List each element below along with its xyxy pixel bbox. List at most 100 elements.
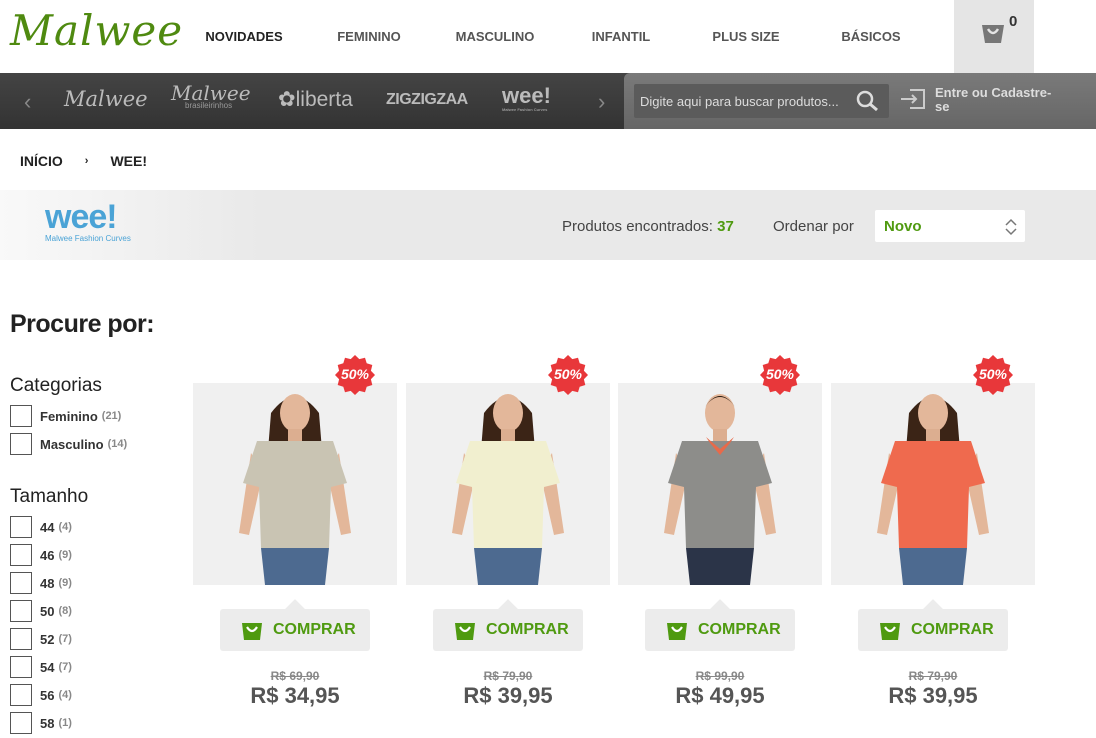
filter-size-52[interactable]: 52 (7) (10, 628, 72, 650)
filter-count: (8) (58, 605, 72, 617)
filter-size-44[interactable]: 44 (4) (10, 516, 72, 538)
brand-name: wee! (502, 83, 551, 108)
filter-category-masculino[interactable]: Masculino (14) (10, 433, 127, 455)
price: R$ 39,95 (888, 683, 978, 708)
filter-label: 56 (40, 687, 55, 703)
search-icon[interactable] (856, 90, 880, 112)
filter-label: 58 (40, 715, 55, 731)
checkbox[interactable] (10, 516, 32, 538)
wee-logo-tagline: Malwee Fashion Curves (45, 234, 131, 243)
nav-basicos[interactable]: BÁSICOS (812, 0, 930, 73)
checkbox[interactable] (10, 712, 32, 734)
cart-count: 0 (1009, 13, 1018, 30)
filter-size-56[interactable]: 56 (4) (10, 684, 72, 706)
breadcrumb: INÍCIO › WEE! (20, 153, 147, 169)
checkbox[interactable] (10, 405, 32, 427)
brand-malwee-brasileirinhos[interactable]: Malwee brasileirinhos (171, 81, 251, 110)
checkbox[interactable] (10, 656, 32, 678)
malwee-logo[interactable]: Malwee (10, 6, 183, 55)
discount-badge: 50% (760, 355, 800, 395)
filter-size-58[interactable]: 58 (1) (10, 712, 72, 734)
brand-wee[interactable]: wee! Malwee Fashion Curves (502, 83, 551, 112)
brand-zigzigzaa[interactable]: ZIGZIGZAA (386, 91, 468, 109)
filter-size-46[interactable]: 46 (9) (10, 544, 72, 566)
brand-prev-arrow[interactable]: ‹ (24, 89, 31, 115)
brand-bar: ‹ Malwee Malwee brasileirinhos ✿liberta Z… (0, 73, 1096, 129)
brand-liberta[interactable]: ✿liberta (278, 87, 353, 112)
filter-count: (4) (58, 689, 72, 701)
nav-plus-size[interactable]: PLUS SIZE (680, 0, 812, 73)
sizes-title: Tamanho (10, 486, 89, 507)
filters-title: Procure por: (10, 310, 155, 338)
login-label: Entre ou Cadastre-se (935, 85, 1052, 114)
discount-badge: 50% (548, 355, 588, 395)
product-photo[interactable] (406, 383, 610, 585)
brand-next-arrow[interactable]: › (598, 89, 605, 115)
wee-brand-logo: wee! Malwee Fashion Curves (45, 200, 131, 243)
nav-novidades[interactable]: NOVIDADES (178, 0, 310, 73)
buy-label: COMPRAR (698, 621, 781, 638)
old-price: R$ 79,90 (908, 669, 958, 683)
brand-name: Malwee (64, 87, 148, 111)
filter-label: 44 (40, 519, 55, 535)
order-select[interactable]: Novo (875, 210, 1025, 242)
breadcrumb-separator: › (84, 155, 89, 167)
discount-text: 50% (553, 366, 583, 382)
discount-badge: 50% (973, 355, 1013, 395)
checkbox[interactable] (10, 544, 32, 566)
filter-category-feminino[interactable]: Feminino (21) (10, 405, 121, 427)
brand-name: ZIGZIGZAA (386, 91, 468, 108)
model-figure (452, 394, 564, 585)
old-price: R$ 69,90 (270, 669, 320, 683)
nav-feminino[interactable]: FEMININO (310, 0, 428, 73)
filter-count: (7) (58, 661, 72, 673)
product-photo[interactable] (193, 383, 397, 585)
buy-button[interactable]: COMPRAR (220, 599, 370, 651)
order-label: Ordenar por (773, 218, 854, 235)
checkbox[interactable] (10, 628, 32, 650)
filter-label: 48 (40, 575, 55, 591)
buy-button[interactable]: COMPRAR (433, 599, 583, 651)
price: R$ 49,95 (675, 683, 765, 708)
discount-text: 50% (340, 366, 370, 382)
brand-name: liberta (295, 88, 353, 111)
breadcrumb-home[interactable]: INÍCIO (20, 153, 63, 169)
price: R$ 39,95 (463, 683, 553, 708)
search-input[interactable] (634, 84, 849, 118)
brand-malwee[interactable]: Malwee (64, 87, 148, 111)
buy-label: COMPRAR (273, 621, 356, 638)
filter-size-54[interactable]: 54 (7) (10, 656, 72, 678)
shopping-bag-icon (455, 623, 475, 640)
filter-size-48[interactable]: 48 (9) (10, 572, 72, 594)
checkbox[interactable] (10, 433, 32, 455)
filter-count: (21) (101, 410, 122, 422)
buy-button[interactable]: COMPRAR (645, 599, 795, 651)
filter-size-50[interactable]: 50 (8) (10, 600, 72, 622)
product-photo[interactable] (831, 383, 1035, 585)
nav-masculino[interactable]: MASCULINO (428, 0, 562, 73)
cart-button[interactable]: 0 (954, 0, 1034, 73)
button-notch (285, 599, 305, 619)
filter-count: (7) (58, 633, 72, 645)
checkbox[interactable] (10, 684, 32, 706)
nav-infantil[interactable]: INFANTIL (562, 0, 680, 73)
top-header: Malwee NOVIDADES FEMININO MASCULINO INFA… (0, 0, 1096, 73)
buy-label: COMPRAR (911, 621, 994, 638)
model-figure (877, 394, 989, 585)
filter-count: (9) (58, 549, 72, 561)
button-notch (498, 599, 518, 619)
model-figure (664, 394, 776, 585)
product-photo[interactable] (618, 383, 822, 585)
checkbox[interactable] (10, 600, 32, 622)
brand-sub: Malwee Fashion Curves (502, 107, 548, 112)
discount-text: 50% (765, 366, 795, 382)
model-figure (239, 394, 351, 585)
buy-button[interactable]: COMPRAR (858, 599, 1008, 651)
products-found-label: Produtos encontrados: (562, 218, 713, 235)
products-found-count: 37 (717, 218, 734, 235)
sort-arrows-icon (1005, 218, 1017, 236)
products-found: Produtos encontrados: 37 (562, 218, 734, 235)
discount-text: 50% (978, 366, 1008, 382)
filter-label: 46 (40, 547, 55, 563)
checkbox[interactable] (10, 572, 32, 594)
